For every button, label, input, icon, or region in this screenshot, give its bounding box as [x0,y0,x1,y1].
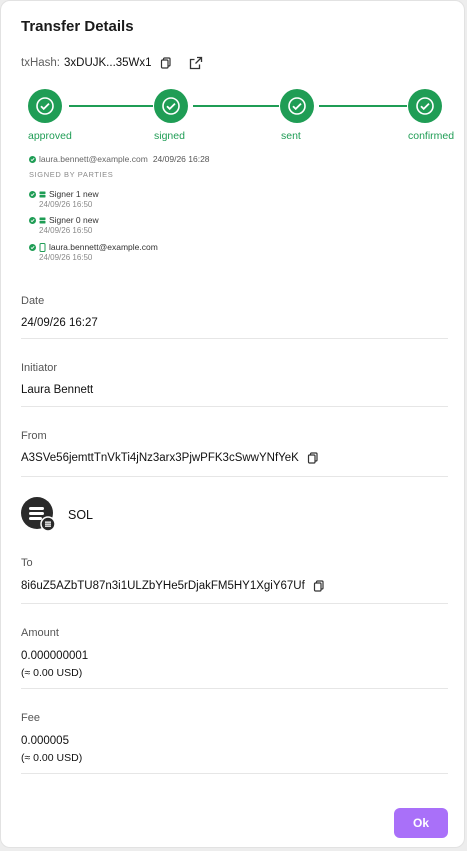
from-address: A3SVe56jemttTnVkTi4jNz3arx3PjwPFK3cSwwYN… [21,452,299,464]
amount-label: Amount [21,627,59,639]
fee-value: 0.000005 [21,735,69,747]
approval-timestamp: 24/09/26 16:28 [152,154,210,164]
progress-connector [193,105,279,107]
signer-timestamp: 24/09/26 16:50 [39,226,93,235]
step-label-approved: approved [28,130,72,142]
approval-info: laura.bennett@example.com 24/09/26 16:28 [29,154,210,164]
date-label: Date [21,295,45,307]
step-sent-check-icon [280,89,314,123]
check-icon [29,216,36,224]
initiator-label: Initiator [21,362,58,374]
initiator-value: Laura Bennett [21,384,94,396]
date-value: 24/09/26 16:27 [21,317,98,329]
divider [21,688,448,689]
step-signed-check-icon [154,89,188,123]
step-confirmed-check-icon [408,89,442,123]
step-label-confirmed: confirmed [408,130,455,142]
step-approved-check-icon [28,89,62,123]
signer-name: Signer 1 new [49,189,99,199]
check-icon [29,155,36,163]
divider [21,338,448,339]
ok-button[interactable]: Ok [394,808,448,838]
step-label-signed: signed [154,130,185,142]
signer-item: Signer 0 new 24/09/26 16:50 [29,215,99,235]
to-address-row: 8i6uZ5AZbTU87n3i1ULZbYHe5rDjakFM5HY1XgiY… [21,580,325,592]
fee-usd: (≈ 0.00 USD) [21,752,83,764]
sol-token-icon [21,497,55,531]
divider [21,773,448,774]
amount-usd: (≈ 0.00 USD) [21,667,83,679]
copy-icon[interactable] [307,452,319,464]
progress-connector [319,105,407,107]
amount-value: 0.000000001 [21,650,89,662]
token-name: SOL [68,508,94,522]
server-icon [39,191,46,197]
signer-item: laura.bennett@example.com 24/09/26 16:50 [29,242,158,262]
divider [21,476,448,477]
from-address-row: A3SVe56jemttTnVkTi4jNz3arx3PjwPFK3cSwwYN… [21,452,319,464]
to-address: 8i6uZ5AZbTU87n3i1ULZbYHe5rDjakFM5HY1XgiY… [21,580,305,592]
signer-timestamp: 24/09/26 16:50 [39,253,93,262]
check-icon [29,243,36,251]
step-label-sent: sent [281,130,301,142]
signer-item: Signer 1 new 24/09/26 16:50 [29,189,99,209]
transfer-details-modal: Transfer Details txHash: 3xDUJK...35Wx1 … [0,0,465,848]
progress-connector [69,105,153,107]
phone-icon [39,242,46,252]
signer-timestamp: 24/09/26 16:50 [39,200,93,209]
fee-label: Fee [21,712,40,724]
divider [21,603,448,604]
signer-name: Signer 0 new [49,215,99,225]
signer-name: laura.bennett@example.com [49,242,158,252]
signed-by-heading: SIGNED BY PARTIES [29,170,114,179]
divider [21,406,448,407]
copy-icon[interactable] [313,580,325,592]
approver-email: laura.bennett@example.com [39,154,148,164]
server-icon [39,217,46,223]
check-icon [29,190,36,198]
to-label: To [21,557,33,569]
transfer-progress: approved signed sent confirmed [1,1,467,151]
from-label: From [21,430,47,442]
